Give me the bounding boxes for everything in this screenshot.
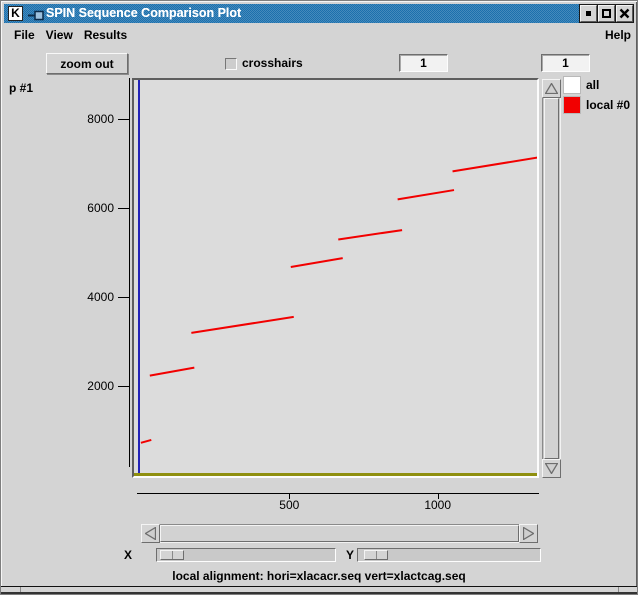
y-tick-label-4000: 4000 <box>87 290 114 305</box>
scale-field-2[interactable]: 1 <box>541 54 590 72</box>
maximize-button[interactable] <box>598 5 615 22</box>
resize-corner-divider-left <box>20 587 21 592</box>
y-tick-8000 <box>118 119 129 121</box>
legend-label-0: all <box>586 78 600 92</box>
menu-help[interactable]: Help <box>605 24 631 46</box>
status-message: local alignment: hori=xlacacr.seq vert=x… <box>172 569 466 583</box>
y-slider-label: Y <box>346 548 355 562</box>
vertical-scrollbar[interactable] <box>542 79 561 478</box>
down-arrow-icon <box>545 463 558 474</box>
alignment-segment-0-2 <box>191 315 294 334</box>
menu-file[interactable]: File <box>14 24 35 46</box>
alignment-segment-0-5 <box>397 189 455 201</box>
app-window: K SPIN Sequence Comparison Plot File View… <box>0 0 638 595</box>
legend-item-1[interactable]: local #0 <box>564 97 630 113</box>
menu-results[interactable]: Results <box>84 24 127 46</box>
minimize-button[interactable] <box>580 5 597 22</box>
menubar-left: File View Results <box>14 24 127 46</box>
y-tick-label-6000: 6000 <box>87 201 114 216</box>
y-tick-2000 <box>118 386 129 388</box>
left-arrow-icon <box>145 527 156 540</box>
window-bottom-border[interactable] <box>1 586 637 594</box>
app-icon-k[interactable]: K <box>8 6 23 21</box>
resize-corner-divider-right <box>618 587 619 592</box>
x-slider-thumb[interactable] <box>160 550 184 560</box>
x-slider-label: X <box>124 548 133 562</box>
scale-field-1[interactable]: 1 <box>399 54 448 72</box>
scroll-down-button[interactable] <box>542 459 561 478</box>
alignment-segment-0-1 <box>149 366 195 377</box>
alignment-segment-0-6 <box>452 156 537 173</box>
close-button[interactable] <box>616 5 633 22</box>
y-zoom-slider[interactable] <box>357 548 541 562</box>
right-arrow-icon <box>523 527 534 540</box>
x-zoom-slider[interactable] <box>156 548 336 562</box>
legend-swatch-1 <box>564 97 580 113</box>
horizontal-scrollbar-thumb[interactable] <box>160 525 519 542</box>
titlebar[interactable]: K SPIN Sequence Comparison Plot <box>4 4 634 23</box>
x-axis-line <box>137 493 539 494</box>
y-tick-label-2000: 2000 <box>87 379 114 394</box>
x-tick-label-500: 500 <box>279 498 300 512</box>
y-slider-thumb[interactable] <box>364 550 388 560</box>
x-tick-label-1000: 1000 <box>424 498 452 512</box>
alignment-segment-0-3 <box>290 257 343 269</box>
crosshairs-checkbox[interactable] <box>225 58 237 70</box>
legend-swatch-0 <box>564 77 580 93</box>
window-title: SPIN Sequence Comparison Plot <box>46 6 242 20</box>
menu-view[interactable]: View <box>46 24 73 46</box>
y-axis-line <box>129 78 130 467</box>
plot-canvas[interactable] <box>132 78 539 478</box>
y-tick-label-8000: 8000 <box>87 112 114 127</box>
menubar: File View Results Help <box>4 24 634 46</box>
y-tick-4000 <box>118 297 129 299</box>
y-tick-6000 <box>118 208 129 210</box>
plot-number-label: p #1 <box>9 81 34 95</box>
scroll-left-button[interactable] <box>141 524 160 543</box>
close-icon <box>619 8 630 19</box>
scroll-right-button[interactable] <box>519 524 538 543</box>
maximize-icon <box>602 9 611 18</box>
legend: all local #0 <box>564 77 630 117</box>
zoom-out-button[interactable]: zoom out <box>46 53 128 74</box>
legend-item-0[interactable]: all <box>564 77 630 93</box>
minimize-icon <box>586 11 591 16</box>
horizontal-scrollbar[interactable] <box>141 524 538 543</box>
crosshairs-label: crosshairs <box>242 56 303 70</box>
scroll-up-button[interactable] <box>542 79 561 98</box>
vertical-scrollbar-thumb[interactable] <box>544 98 559 459</box>
alignment-segments-layer <box>140 156 537 444</box>
alignment-segment-0-4 <box>338 229 403 241</box>
legend-label-1: local #0 <box>586 98 631 112</box>
alignment-segment-0-0 <box>140 438 152 444</box>
window-controls <box>580 5 633 22</box>
up-arrow-icon <box>545 83 558 94</box>
